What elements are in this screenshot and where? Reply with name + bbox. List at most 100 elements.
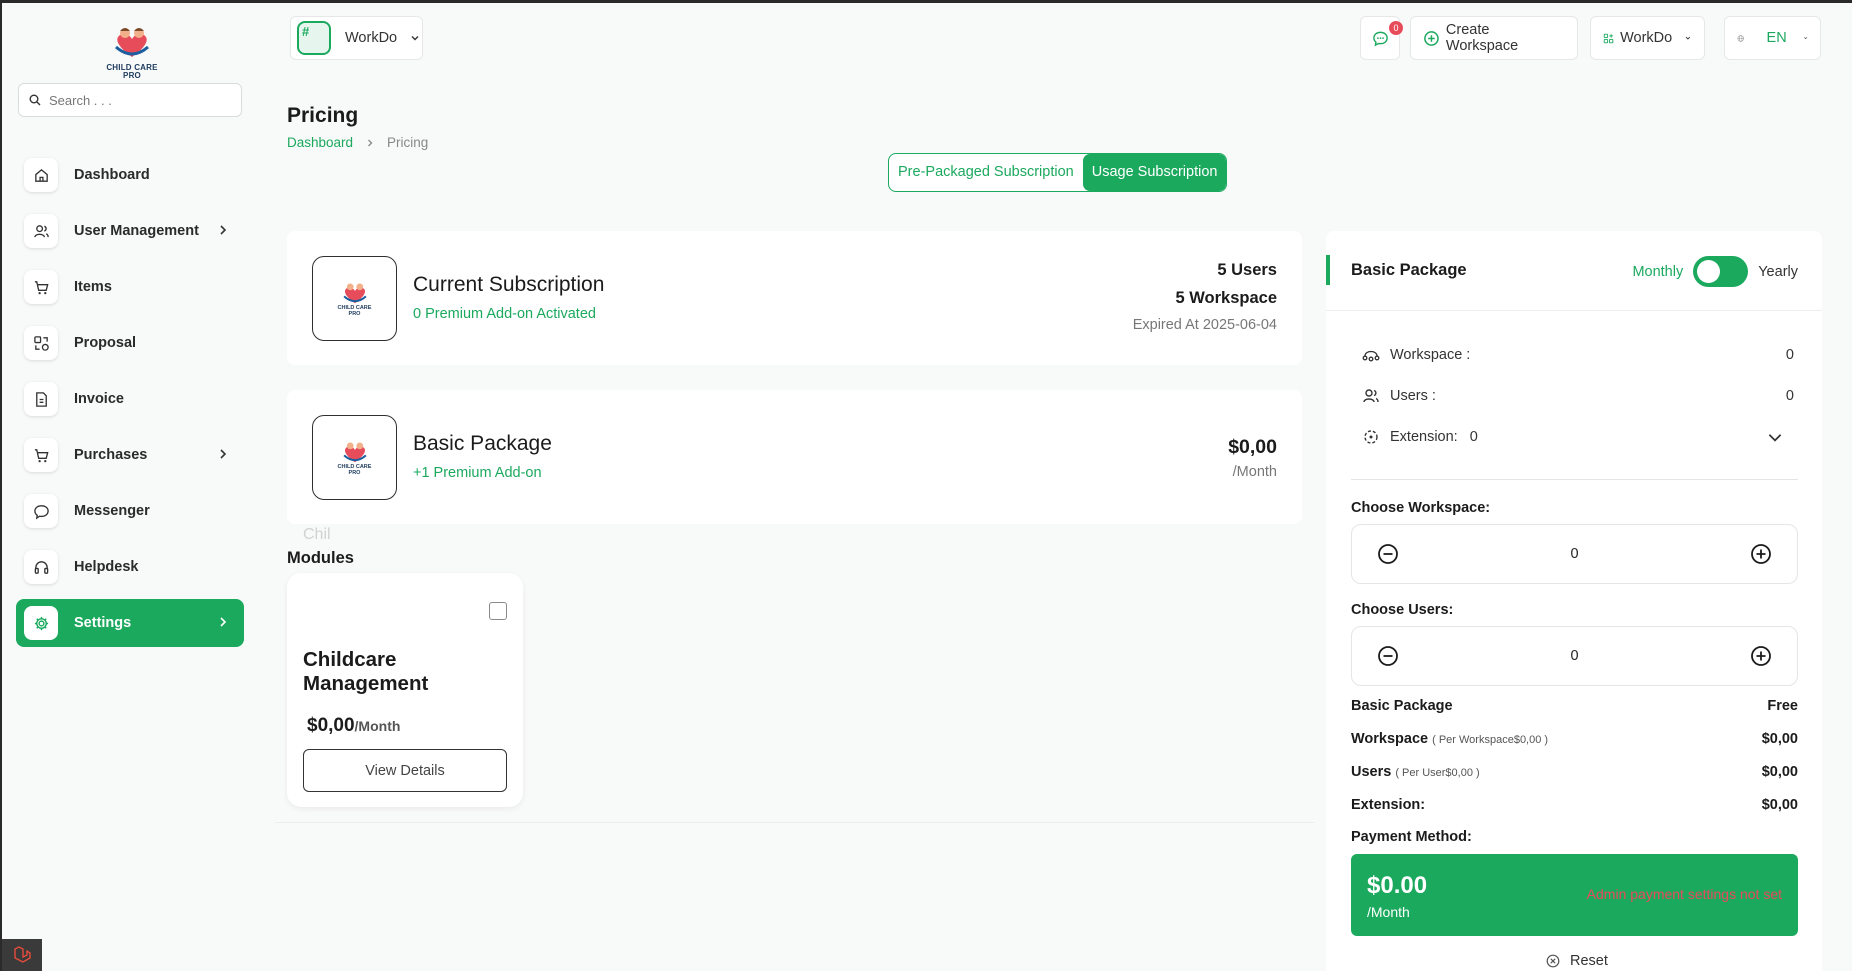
sidebar-item-purchases[interactable]: Purchases (16, 431, 244, 479)
view-details-button[interactable]: View Details (303, 749, 507, 792)
addons-activated-text: 0 Premium Add-on Activated (413, 306, 596, 322)
switch-knob (1697, 260, 1721, 283)
premium-addon-link[interactable]: +1 Premium Add-on (413, 465, 542, 481)
sidebar: CHILD CARE PRO Dashboard User Management… (2, 3, 256, 971)
workspace-name: WorkDo (345, 30, 398, 46)
sidebar-item-label: Settings (74, 615, 132, 631)
workspace-info-value: 0 (1785, 347, 1794, 363)
extension-info-label: Extension: (1390, 429, 1458, 445)
laravel-icon (14, 946, 31, 963)
summary-extension-value: $0,00 (1761, 797, 1798, 813)
reset-label: Reset (1570, 953, 1608, 969)
apps-icon (1603, 33, 1614, 43)
breadcrumb: Dashboard Pricing (287, 135, 428, 150)
total-period: /Month (1367, 904, 1410, 920)
users-info-row: Users : 0 (1362, 387, 1794, 405)
workspace-icon (1362, 350, 1380, 362)
search-icon (29, 94, 41, 106)
minus-circle-icon[interactable] (1377, 543, 1399, 565)
sidebar-item-dashboard[interactable]: Dashboard (16, 151, 244, 199)
summary-package-label: Basic Package (1351, 698, 1453, 714)
plus-circle-icon[interactable] (1750, 543, 1772, 565)
panel-header: Basic Package Monthly Yearly (1326, 231, 1822, 311)
sidebar-item-label: Items (74, 279, 112, 295)
childcare-logo-icon (342, 441, 367, 462)
invoice-icon (24, 382, 58, 416)
ghost-text: Chil (303, 526, 331, 543)
headset-icon (24, 550, 58, 584)
extension-info-row[interactable]: Extension: 0 (1362, 428, 1794, 446)
workspace-info-row: Workspace : 0 (1362, 346, 1794, 364)
summary-extension-row: Extension: $0,00 (1351, 797, 1798, 813)
workspace-stepper-value[interactable]: 0 (1570, 546, 1578, 562)
workspace-menu-button[interactable]: WorkDo (1590, 16, 1705, 60)
breadcrumb-dashboard-link[interactable]: Dashboard (287, 135, 353, 150)
sidebar-item-messenger[interactable]: Messenger (16, 487, 244, 535)
basic-package-title: Basic Package (413, 432, 552, 455)
subscription-type-toggle: Pre-Packaged Subscription Usage Subscrip… (888, 153, 1228, 192)
sidebar-item-proposal[interactable]: Proposal (16, 319, 244, 367)
plus-circle-icon (1424, 30, 1439, 46)
prepackaged-subscription-tab[interactable]: Pre-Packaged Subscription (889, 154, 1083, 191)
panel-title: Basic Package (1351, 261, 1467, 279)
sidebar-item-helpdesk[interactable]: Helpdesk (16, 543, 244, 591)
module-price: $0,00/Month (307, 715, 400, 737)
chevron-right-icon (368, 139, 373, 146)
sidebar-item-label: Purchases (74, 447, 148, 463)
debug-bar-toggle[interactable] (2, 939, 42, 971)
language-label: EN (1766, 30, 1787, 46)
sidebar-item-invoice[interactable]: Invoice (16, 375, 244, 423)
chevron-down-icon (1685, 36, 1691, 40)
minus-circle-icon[interactable] (1377, 645, 1399, 667)
billing-cycle-switch[interactable] (1693, 256, 1749, 287)
brand-logo[interactable]: CHILD CARE PRO (102, 25, 162, 80)
module-price-period: /Month (354, 718, 401, 734)
extension-icon (1364, 430, 1378, 444)
users-info-value: 0 (1785, 388, 1794, 404)
workspace-menu-label: WorkDo (1620, 30, 1673, 46)
close-circle-icon (1546, 954, 1560, 968)
plus-circle-icon[interactable] (1750, 645, 1772, 667)
window-top-border (0, 0, 1852, 3)
basic-package-card: CHILD CARE PRO Basic Package +1 Premium … (287, 390, 1302, 524)
workspace-count: 5 Workspace (1175, 289, 1278, 307)
chevron-down-icon (1803, 37, 1807, 40)
sidebar-nav: Dashboard User Management Items Proposal… (16, 151, 244, 655)
childcare-logo-icon (342, 282, 367, 303)
reset-button[interactable]: Reset (1546, 953, 1608, 969)
module-select-checkbox[interactable] (489, 602, 507, 620)
chat-icon (24, 494, 58, 528)
extension-info-value: 0 (1469, 429, 1478, 445)
sidebar-item-label: Helpdesk (74, 559, 139, 575)
create-workspace-label: Create Workspace (1445, 22, 1519, 54)
sidebar-item-user-management[interactable]: User Management (16, 207, 244, 255)
usage-subscription-tab[interactable]: Usage Subscription (1082, 154, 1227, 191)
current-subscription-title: Current Subscription (413, 273, 605, 296)
chevron-down-icon (411, 36, 419, 41)
monthly-label: Monthly (1632, 263, 1684, 280)
summary-workspace-row: Workspace ( Per Workspace$0,00 ) $0,00 (1351, 731, 1798, 747)
payment-method-label: Payment Method: (1351, 829, 1472, 845)
module-card: Childcare Management $0,00/Month View De… (287, 573, 523, 807)
create-workspace-button[interactable]: Create Workspace (1410, 16, 1578, 60)
page-title: Pricing (287, 104, 359, 127)
proposal-icon (24, 326, 58, 360)
users-count: 5 Users (1217, 261, 1277, 279)
workspace-stepper: 0 (1351, 524, 1798, 584)
sidebar-item-items[interactable]: Items (16, 263, 244, 311)
module-name: Childcare Management (303, 648, 429, 695)
sidebar-item-settings[interactable]: Settings (16, 599, 244, 647)
workspace-switcher[interactable]: # WorkDo (290, 16, 423, 60)
users-stepper-value[interactable]: 0 (1570, 648, 1578, 664)
summary-package-row: Basic Package Free (1351, 698, 1798, 714)
users-info-label: Users : (1390, 388, 1436, 404)
messages-button[interactable]: 0 (1360, 16, 1403, 60)
chat-icon (1373, 31, 1388, 46)
search-input[interactable] (49, 92, 229, 108)
modules-heading: Modules (287, 549, 354, 567)
language-selector[interactable]: EN (1724, 16, 1821, 60)
sidebar-item-label: Dashboard (74, 167, 150, 183)
sidebar-item-label: Messenger (74, 503, 150, 519)
yearly-label: Yearly (1758, 263, 1798, 280)
package-price: $0,00 (1228, 436, 1277, 458)
